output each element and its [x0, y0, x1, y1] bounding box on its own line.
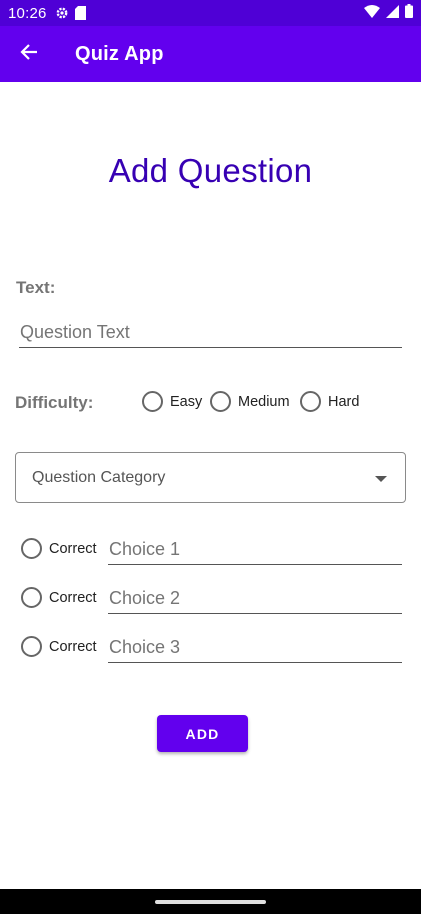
question-category-dropdown[interactable]: Question Category: [15, 452, 406, 503]
difficulty-hard-radio[interactable]: Hard: [300, 391, 359, 412]
back-button[interactable]: [1, 26, 57, 82]
radio-circle: [21, 636, 42, 657]
choice-3-correct-label: Correct: [49, 638, 97, 655]
app-title: Quiz App: [75, 42, 164, 65]
navigation-bar: [0, 889, 421, 914]
status-time: 10:26: [8, 4, 47, 22]
text-label: Text:: [16, 278, 56, 297]
difficulty-easy-label: Easy: [170, 393, 203, 410]
choice-2-input[interactable]: [108, 587, 402, 614]
wifi-icon: [364, 4, 380, 22]
radio-circle: [21, 538, 42, 559]
add-button[interactable]: ADD: [157, 715, 248, 752]
signal-icon: [386, 4, 399, 22]
choice-2-correct-label: Correct: [49, 589, 97, 606]
difficulty-easy-radio[interactable]: Easy: [142, 391, 202, 412]
difficulty-hard-label: Hard: [328, 393, 360, 410]
app-bar: Quiz App: [0, 26, 421, 82]
settings-icon: [55, 6, 69, 20]
radio-circle: [210, 391, 231, 412]
radio-circle: [142, 391, 163, 412]
battery-icon: [405, 4, 413, 22]
dropdown-arrow-icon: [375, 476, 387, 482]
difficulty-medium-radio[interactable]: Medium: [210, 391, 290, 412]
choice-3-input[interactable]: [108, 636, 402, 663]
choice-3-correct-radio[interactable]: Correct: [21, 636, 97, 657]
status-bar: 10:26: [0, 0, 421, 26]
radio-circle: [300, 391, 321, 412]
home-gesture-handle[interactable]: [155, 900, 266, 904]
sd-card-icon: [74, 6, 86, 20]
category-placeholder: Question Category: [32, 468, 166, 486]
difficulty-medium-label: Medium: [238, 393, 290, 410]
radio-circle: [21, 587, 42, 608]
choice-1-input[interactable]: [108, 538, 402, 565]
arrow-back-icon: [20, 43, 38, 66]
page-title: Add Question: [108, 152, 313, 189]
choice-2-correct-radio[interactable]: Correct: [21, 587, 97, 608]
choice-1-correct-radio[interactable]: Correct: [21, 538, 97, 559]
choice-1-correct-label: Correct: [49, 540, 97, 557]
question-text-input[interactable]: [19, 321, 402, 348]
difficulty-label: Difficulty:: [15, 393, 94, 412]
